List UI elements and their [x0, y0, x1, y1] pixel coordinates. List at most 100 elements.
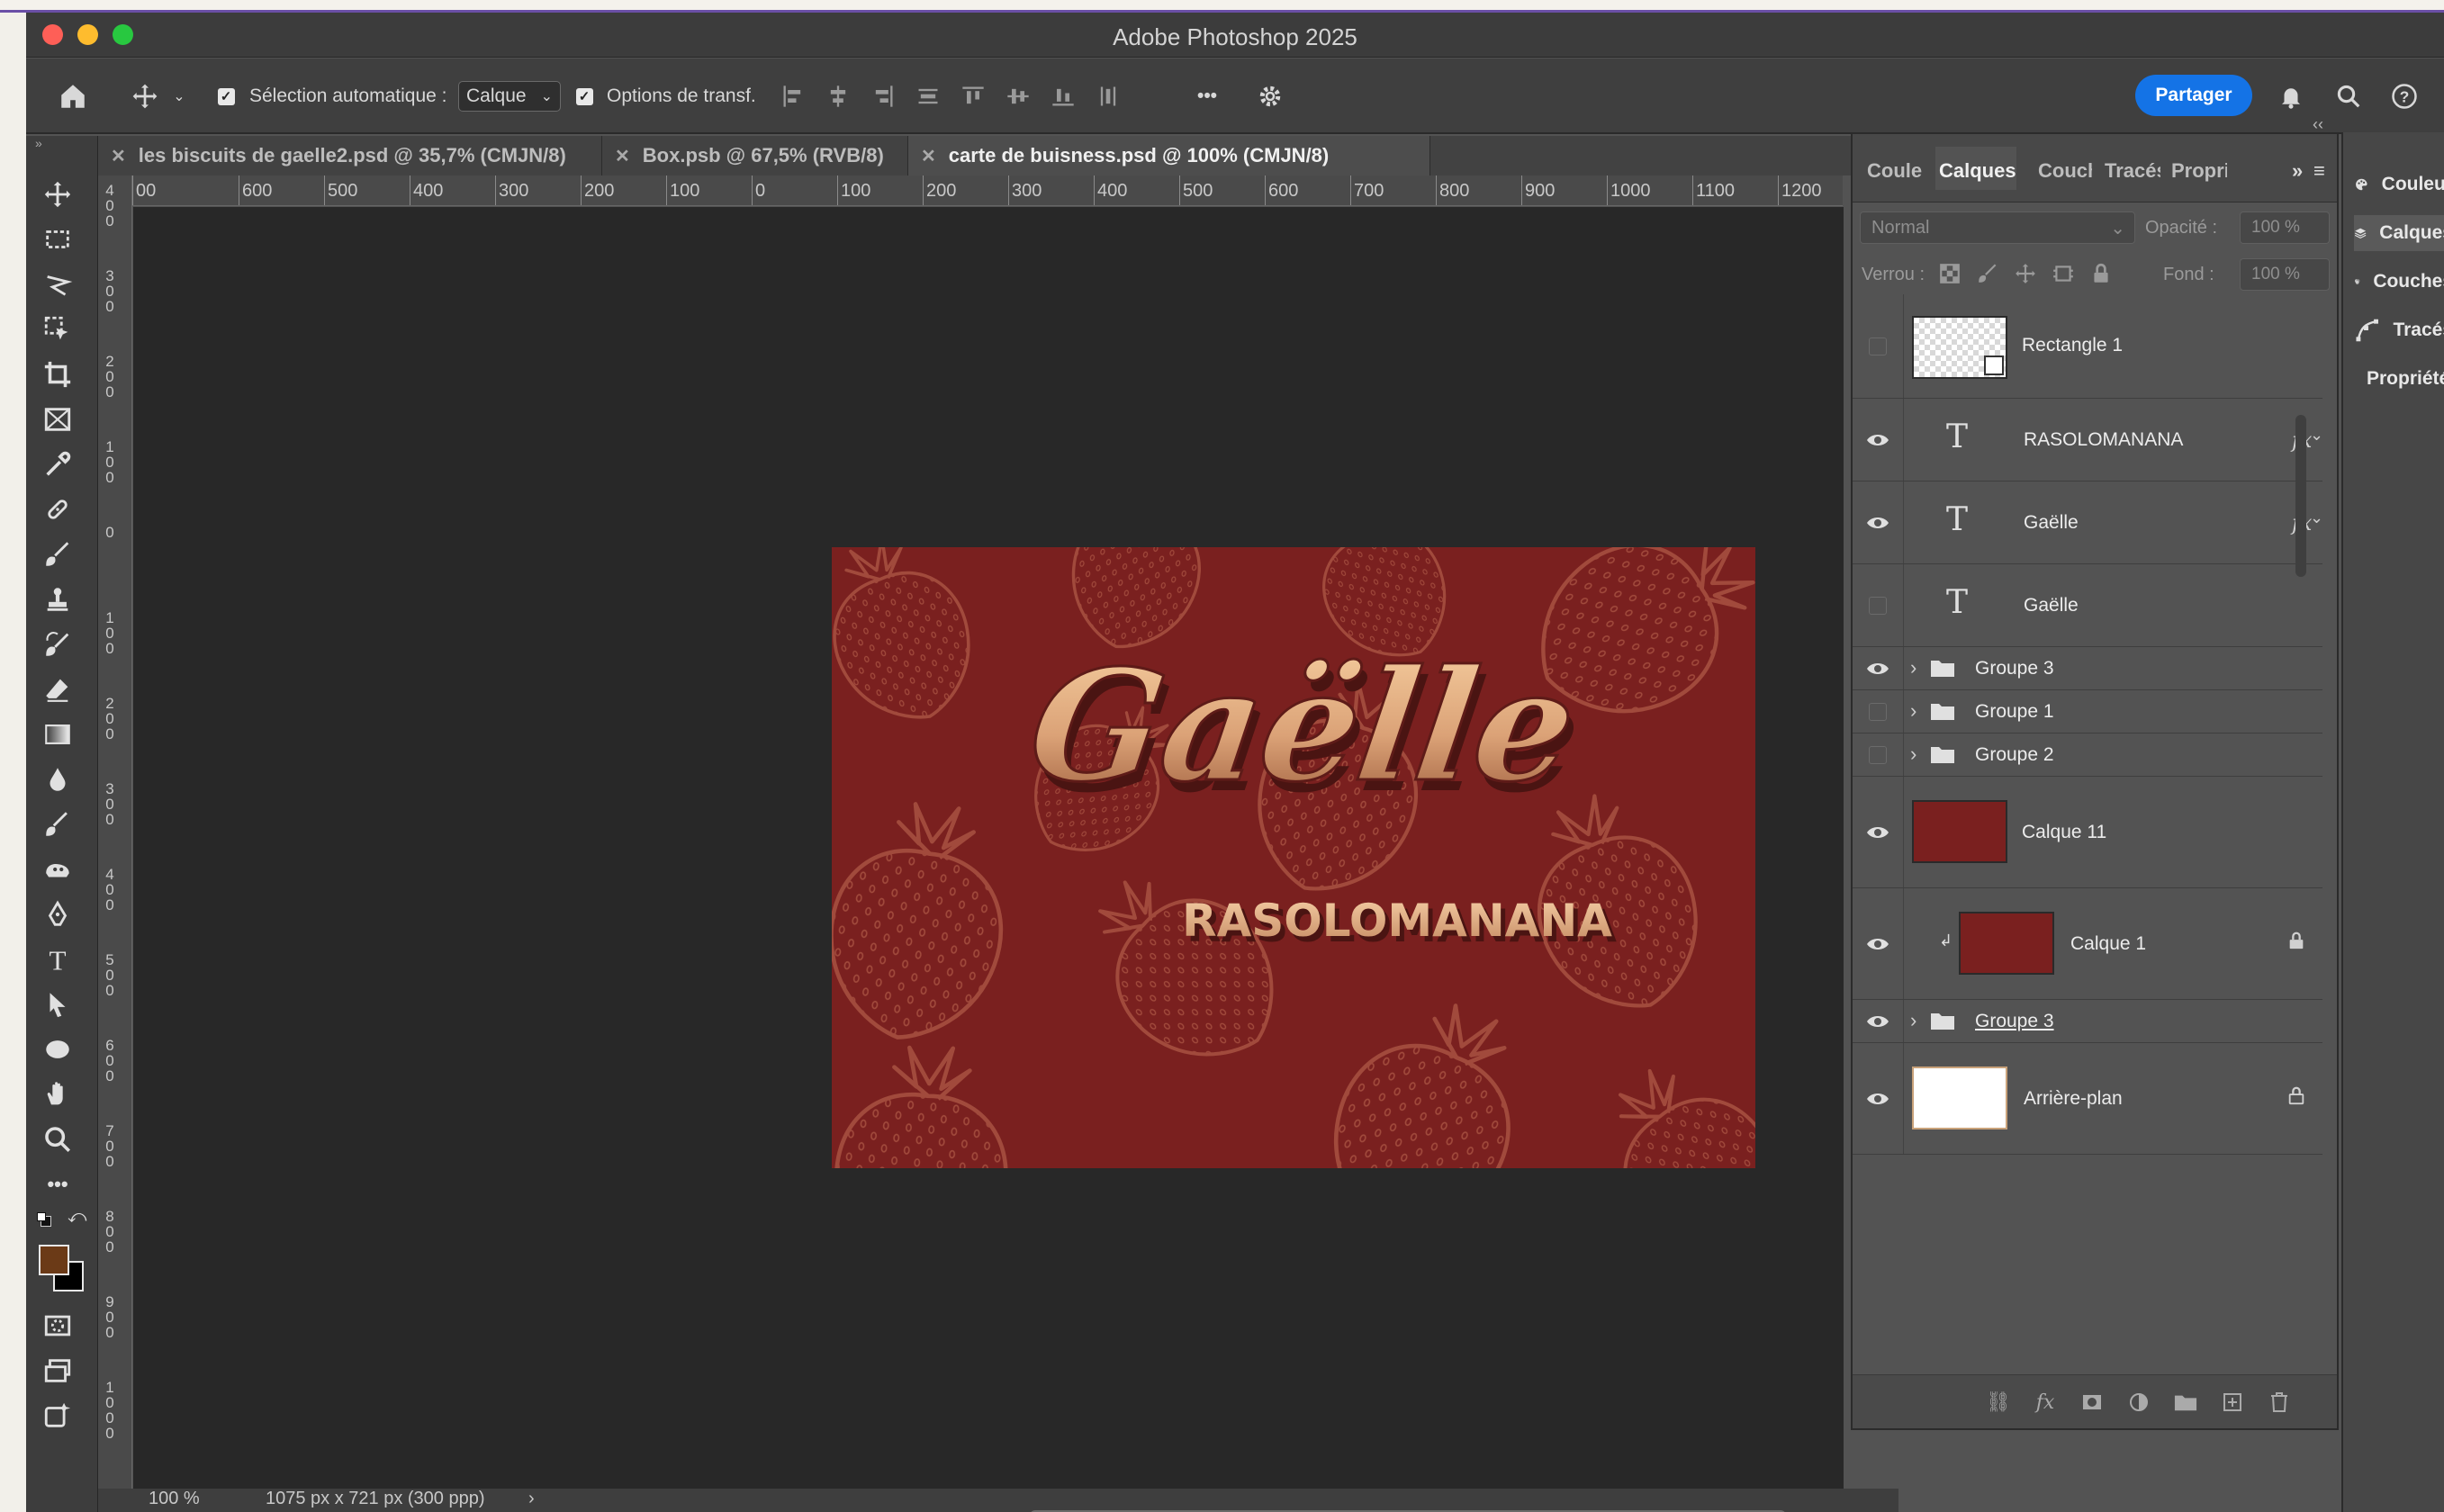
pen-icon[interactable]: [37, 895, 78, 934]
layer-row-groupe-3[interactable]: › Groupe 3: [1853, 647, 2322, 690]
dock-properties[interactable]: Propriétés: [2354, 361, 2444, 397]
add-style-fx-icon[interactable]: fx: [2033, 1390, 2058, 1415]
lock-pixels-icon[interactable]: [1976, 262, 1999, 285]
auto-select-dropdown[interactable]: Calque ⌄: [458, 81, 561, 112]
add-mask-icon[interactable]: [2079, 1390, 2105, 1415]
delete-layer-icon[interactable]: [2267, 1390, 2292, 1415]
eye-icon[interactable]: [1865, 820, 1890, 845]
tab-les-biscuits[interactable]: ✕ les biscuits de gaelle2.psd @ 35,7% (CM…: [98, 136, 602, 176]
zoom-icon[interactable]: [37, 1120, 78, 1159]
new-group-icon[interactable]: [2173, 1390, 2198, 1415]
layers-scrollbar[interactable]: [2295, 415, 2306, 577]
canvas-area[interactable]: Gaëlle Gaëlle RASOLOMANANA RASOLOMANANA: [133, 207, 1844, 1503]
distribute-icon[interactable]: [915, 84, 941, 109]
quick-mask-icon[interactable]: [37, 1306, 78, 1346]
chevron-right-icon[interactable]: ›: [1910, 699, 1916, 723]
generative-fill-icon[interactable]: [37, 1396, 78, 1436]
history-brush-icon[interactable]: [37, 625, 78, 664]
lock-position-icon[interactable]: [2014, 262, 2037, 285]
tab-channels[interactable]: Couches: [2038, 159, 2092, 183]
chevron-right-icon[interactable]: ›: [1910, 656, 1916, 680]
visibility-toggle-off[interactable]: [1869, 703, 1887, 721]
brush-icon[interactable]: [37, 535, 78, 574]
ellipse-icon[interactable]: [37, 1030, 78, 1069]
gradient-icon[interactable]: [37, 715, 78, 754]
chevron-down-icon[interactable]: ⌄: [2310, 426, 2323, 445]
align-top-icon[interactable]: [960, 84, 986, 109]
default-colors-icon[interactable]: [37, 1212, 51, 1227]
eye-icon[interactable]: [1865, 1086, 1890, 1112]
healing-brush-icon[interactable]: [37, 490, 78, 529]
close-tab-icon[interactable]: ✕: [921, 145, 936, 167]
layer-row-background[interactable]: Arrière-plan: [1853, 1043, 2322, 1155]
panel-menu-icon[interactable]: ≡: [2313, 159, 2335, 183]
eye-icon[interactable]: [1865, 932, 1890, 957]
visibility-toggle-off[interactable]: [1869, 746, 1887, 764]
tab-carte-de-buisness[interactable]: ✕ carte de buisness.psd @ 100% (CMJN/8): [908, 136, 1430, 176]
rect-marquee-icon[interactable]: [37, 220, 78, 259]
close-tab-icon[interactable]: ✕: [615, 145, 630, 167]
blur-icon[interactable]: [37, 760, 78, 799]
distribute-vertical-icon[interactable]: [1096, 84, 1121, 109]
gear-icon[interactable]: [1250, 78, 1290, 114]
tab-layers[interactable]: Calques: [1935, 147, 2016, 190]
layer-row-rectangle-1[interactable]: Rectangle 1: [1853, 294, 2322, 399]
screen-mode-icon[interactable]: [37, 1351, 78, 1390]
frame-icon[interactable]: [37, 400, 78, 439]
crop-icon[interactable]: [37, 355, 78, 394]
collapse-panels-icon[interactable]: ‹‹: [2313, 115, 2323, 134]
visibility-toggle-off[interactable]: [1869, 597, 1887, 615]
dock-channels[interactable]: Couches: [2354, 264, 2444, 300]
layer-row-gaelle-fx[interactable]: T Gaëlle fx ⌄: [1853, 482, 2323, 564]
foreground-color-swatch[interactable]: [39, 1245, 69, 1275]
share-button[interactable]: Partager: [2135, 75, 2252, 116]
bell-icon[interactable]: [2273, 78, 2309, 114]
collapse-toolbar-icon[interactable]: »: [35, 136, 42, 150]
eye-icon[interactable]: [1865, 1009, 1890, 1034]
align-left-icon[interactable]: [780, 84, 806, 109]
align-center-h-icon[interactable]: [825, 84, 851, 109]
tab-box[interactable]: ✕ Box.psb @ 67,5% (RVB/8): [602, 136, 908, 176]
zoom-level[interactable]: 100 %: [149, 1489, 200, 1509]
dock-layers[interactable]: Calques: [2354, 215, 2444, 251]
close-tab-icon[interactable]: ✕: [111, 145, 126, 167]
more-tabs-icon[interactable]: »: [2292, 159, 2313, 183]
dock-color[interactable]: Couleur: [2354, 166, 2444, 202]
align-right-icon[interactable]: [870, 84, 896, 109]
lock-transparent-icon[interactable]: [1938, 262, 1962, 285]
home-icon[interactable]: [53, 78, 93, 114]
status-menu-arrow[interactable]: ›: [528, 1489, 535, 1509]
layer-row-groupe-1[interactable]: › Groupe 1: [1853, 690, 2322, 734]
align-bottom-icon[interactable]: [1051, 84, 1076, 109]
eraser-icon[interactable]: [37, 670, 78, 709]
transform-controls-checkbox[interactable]: ✓: [575, 78, 593, 114]
lasso-icon[interactable]: [37, 265, 78, 304]
tool-preset-chevron-icon[interactable]: ⌄: [170, 78, 188, 114]
layer-row-rasolomanana[interactable]: T RASOLOMANANA fx ⌄: [1853, 399, 2323, 482]
adjustment-layer-icon[interactable]: [2126, 1390, 2151, 1415]
hand-icon[interactable]: [37, 1075, 78, 1114]
eye-icon[interactable]: [1865, 428, 1890, 453]
move-tool-icon[interactable]: [125, 78, 165, 114]
help-icon[interactable]: ?: [2386, 78, 2422, 114]
link-layers-icon[interactable]: ⛓: [1986, 1390, 2011, 1415]
type-icon[interactable]: T: [37, 940, 78, 979]
auto-select-checkbox[interactable]: ✓: [217, 78, 235, 114]
tab-color[interactable]: Couleur: [1867, 159, 1923, 183]
move-tool-icon[interactable]: [37, 175, 78, 214]
sponge-icon[interactable]: [37, 850, 78, 889]
visibility-toggle-off[interactable]: [1869, 338, 1887, 356]
lock-all-icon[interactable]: [2089, 262, 2113, 285]
swap-colors-icon[interactable]: ⤺: [68, 1207, 86, 1228]
chevron-right-icon[interactable]: ›: [1910, 1009, 1916, 1032]
dodge-icon[interactable]: [37, 805, 78, 844]
opacity-field[interactable]: 100 %: [2240, 212, 2330, 244]
eye-icon[interactable]: [1865, 656, 1890, 681]
lock-artboard-icon[interactable]: [2052, 262, 2075, 285]
path-selection-icon[interactable]: [37, 985, 78, 1024]
more-options-icon[interactable]: •••: [1187, 78, 1227, 114]
clone-stamp-icon[interactable]: [37, 580, 78, 619]
layer-row-calque-1[interactable]: ↲ Calque 1: [1853, 888, 2322, 1000]
blend-mode-dropdown[interactable]: Normal ⌄: [1860, 212, 2135, 244]
layer-row-gaelle[interactable]: T Gaëlle: [1853, 564, 2322, 647]
